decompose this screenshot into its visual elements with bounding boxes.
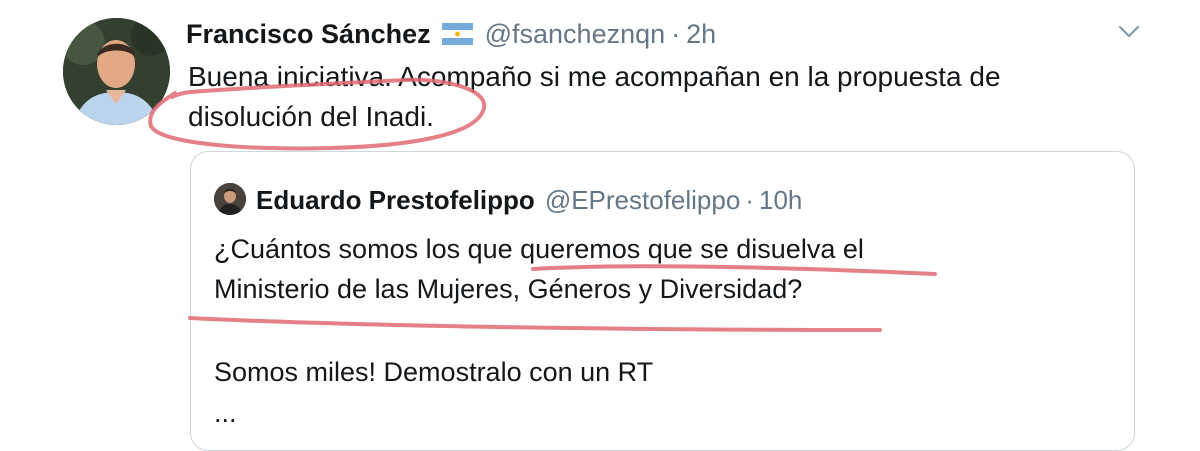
quoted-text-line: Ministerio de las Mujeres, Géneros y Div… <box>214 274 803 304</box>
quoted-text-ellipsis: ... <box>214 398 237 428</box>
quoted-author-avatar[interactable] <box>214 183 246 215</box>
chevron-down-icon[interactable] <box>1114 19 1144 43</box>
quoted-tweet-header: Eduardo Prestofelippo @EPrestofelippo · … <box>256 180 802 220</box>
tweet-text-line: Buena iniciativa. Acompaño si me acompañ… <box>188 61 1001 92</box>
tweet-text-line: disolución del Inadi. <box>188 101 434 132</box>
separator-dot: · <box>671 18 681 49</box>
quoted-text-line: Somos miles! Demostralo con un RT <box>214 357 654 387</box>
author-handle[interactable]: @fsancheznqn <box>485 19 666 50</box>
argentina-flag-icon <box>441 23 473 45</box>
quoted-author-handle[interactable]: @EPrestofelippo <box>545 185 741 216</box>
quoted-tweet-text: ¿Cuántos somos los que queremos que se d… <box>214 229 1114 309</box>
separator-dot: · <box>745 184 754 215</box>
tweet-text: Buena iniciativa. Acompaño si me acompañ… <box>188 57 1088 137</box>
author-name[interactable]: Francisco Sánchez <box>186 19 431 50</box>
author-avatar[interactable] <box>63 18 170 125</box>
tweet-header: Francisco Sánchez @fsancheznqn · 2h <box>186 12 716 56</box>
tweet-time[interactable]: 2h <box>686 19 716 50</box>
quoted-author-name[interactable]: Eduardo Prestofelippo <box>256 185 535 216</box>
quoted-tweet-time[interactable]: 10h <box>759 185 802 216</box>
quoted-text-line: ¿Cuántos somos los que queremos que se d… <box>214 234 864 264</box>
